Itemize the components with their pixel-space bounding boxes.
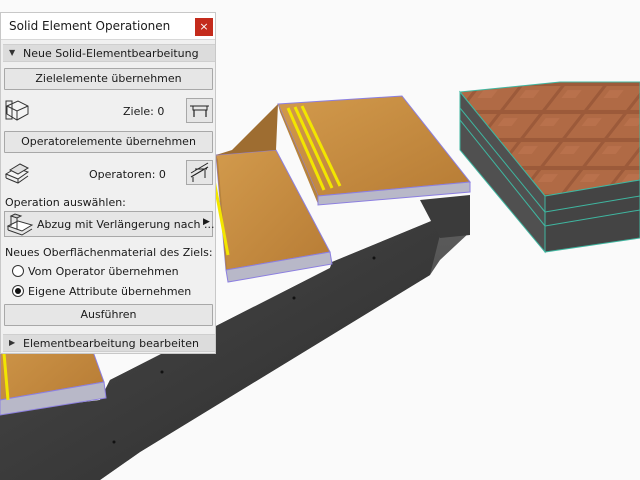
pick-target-icon[interactable] [186,98,213,123]
section-new-operation[interactable]: ▼ Neue Solid-Elementbearbeitung [3,44,215,62]
tiled-slab-block [459,81,640,254]
get-operators-button[interactable]: Operatorelemente übernehmen [4,131,213,153]
section-edit-operation[interactable]: ▶ Elementbearbeitung bearbeiten [3,334,215,352]
operation-dropdown[interactable]: Abzug mit Verlängerung nach ... ▶ [4,211,215,237]
target-body-icon [4,98,30,124]
radio-from-operator[interactable] [12,265,24,277]
palette-title: Solid Element Operationen [9,19,171,33]
radio-from-operator-label[interactable]: Vom Operator übernehmen [28,265,179,278]
close-icon[interactable]: × [195,18,213,36]
targets-count-label: Ziele: 0 [123,105,165,118]
get-targets-button[interactable]: Zielelemente übernehmen [4,68,213,90]
radio-own-attributes[interactable] [12,285,24,297]
operator-body-icon [4,160,30,186]
solid-element-operations-palette: Solid Element Operationen × ▼ Neue Solid… [0,12,216,354]
execute-button[interactable]: Ausführen [4,304,213,326]
pick-operator-icon[interactable] [186,160,213,185]
section-new-operation-label: Neue Solid-Elementbearbeitung [23,47,199,60]
material-section-label: Neues Oberflächenmaterial des Ziels: [5,246,213,259]
radio-own-attributes-label[interactable]: Eigene Attribute übernehmen [28,285,191,298]
triangle-right-icon: ▶ [9,338,16,347]
triangle-down-icon: ▼ [9,48,16,57]
section-edit-operation-label: Elementbearbeitung bearbeiten [23,337,199,350]
palette-titlebar[interactable]: Solid Element Operationen × [1,13,215,40]
chevron-right-icon: ▶ [203,217,210,227]
operation-dropdown-value: Abzug mit Verlängerung nach ... [37,218,215,231]
operators-count-label: Operatoren: 0 [89,168,166,181]
subtraction-upward-icon [6,212,34,236]
operation-select-label: Operation auswählen: [5,196,126,209]
